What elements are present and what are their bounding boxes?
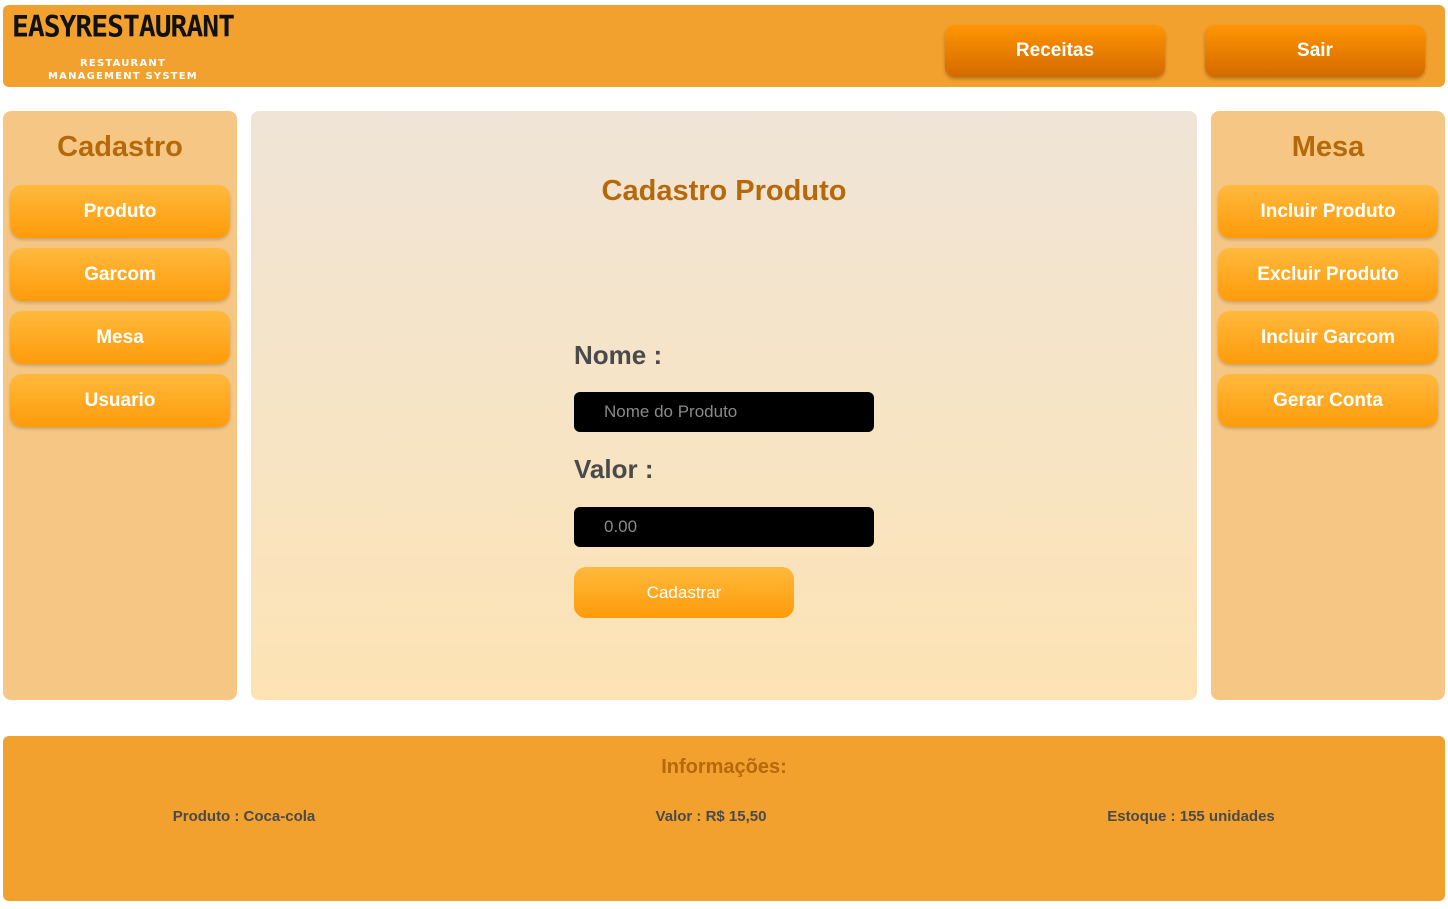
- mesa-button[interactable]: Mesa: [10, 311, 230, 364]
- valor-label: Valor :: [574, 454, 654, 484]
- logo-subtitle-line2: MANAGEMENT SYSTEM: [48, 71, 198, 82]
- nome-label: Nome :: [574, 340, 663, 370]
- cadastro-panel: Cadastro Produto Garcom Mesa Usuario: [3, 111, 237, 700]
- gerar-conta-button[interactable]: Gerar Conta: [1218, 374, 1438, 427]
- info-title: Informações:: [661, 756, 787, 778]
- receitas-button[interactable]: Receitas: [945, 25, 1165, 77]
- info-produto: Produto : Coca-cola: [172, 808, 316, 825]
- produto-button[interactable]: Produto: [10, 185, 230, 238]
- cadastrar-button[interactable]: Cadastrar: [574, 567, 794, 618]
- logo-subtitle-line1: RESTAURANT: [80, 58, 166, 69]
- usuario-button[interactable]: Usuario: [10, 374, 230, 427]
- form-title: Cadastro Produto: [601, 175, 847, 207]
- nome-input[interactable]: [574, 392, 874, 432]
- sair-button[interactable]: Sair: [1205, 25, 1425, 77]
- cadastro-panel-title: Cadastro: [57, 131, 183, 163]
- valor-input[interactable]: [574, 507, 874, 547]
- mesa-panel-title: Mesa: [1291, 131, 1365, 163]
- cadastro-produto-form: Cadastro Produto Nome : Valor : Cadastra…: [251, 111, 1197, 700]
- info-estoque: Estoque : 155 unidades: [1107, 808, 1275, 825]
- logo: EASYRESTAURANT RESTAURANT MANAGEMENT SYS…: [11, 9, 241, 85]
- info-valor: Valor : R$ 15,50: [655, 808, 767, 825]
- incluir-produto-button[interactable]: Incluir Produto: [1218, 185, 1438, 238]
- logo-subtitle: RESTAURANT MANAGEMENT SYSTEM: [11, 57, 235, 83]
- info-footer: Informações: Produto : Coca-cola Valor :…: [3, 736, 1445, 901]
- mesa-panel: Mesa Incluir Produto Excluir Produto Inc…: [1211, 111, 1445, 700]
- excluir-produto-button[interactable]: Excluir Produto: [1218, 248, 1438, 301]
- app-header: EASYRESTAURANT RESTAURANT MANAGEMENT SYS…: [3, 5, 1445, 87]
- logo-title: EASYRESTAURANT: [11, 9, 235, 44]
- garcom-button[interactable]: Garcom: [10, 248, 230, 301]
- incluir-garcom-button[interactable]: Incluir Garcom: [1218, 311, 1438, 364]
